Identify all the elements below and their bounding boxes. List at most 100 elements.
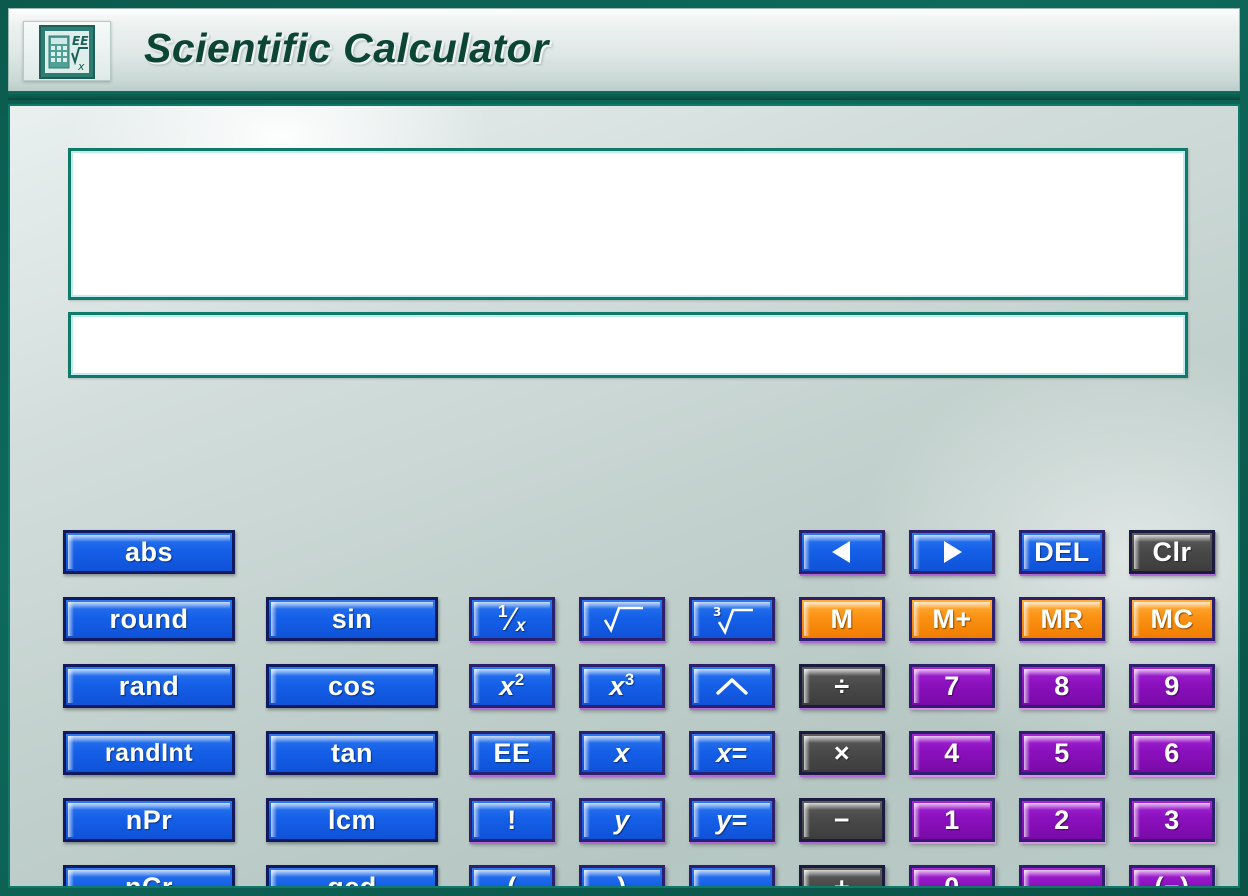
key-digit-2[interactable]: 2 [1019,798,1105,842]
key-label: − [833,804,851,835]
key-label: 3 [708,603,756,635]
key-cursor-right[interactable] [909,530,995,574]
key-factorial[interactable]: ! [469,798,555,842]
key-abs[interactable]: abs [63,530,235,574]
key-label: x [614,737,630,768]
key-label [600,604,644,634]
key-label: y [614,804,630,835]
key-delete[interactable]: DEL [1019,530,1105,574]
key-label: lcm [327,804,377,835]
key-label [827,538,857,566]
key-label: 0 [944,871,960,888]
key-x-squared[interactable]: x2 [469,664,555,708]
key-ncr[interactable]: nCr [63,865,235,888]
key-gcd[interactable]: gcd [266,865,438,888]
key-cos[interactable]: cos [266,664,438,708]
key-label: 8 [1054,670,1070,701]
key-clear[interactable]: Clr [1129,530,1215,574]
key-npr[interactable]: nPr [63,798,235,842]
key-multiply[interactable]: × [799,731,885,775]
svg-text:EE: EE [72,34,89,48]
key-lcm[interactable]: lcm [266,798,438,842]
key-label [712,675,752,697]
key-label: 2 [1054,804,1070,835]
key-label: x3 [609,669,635,701]
key-label: ) [617,871,627,888]
key-label: . [1057,871,1066,888]
key-label: + [833,871,851,888]
key-assign-y[interactable]: y= [689,798,775,842]
key-digit-8[interactable]: 8 [1019,664,1105,708]
key-label: ! [507,804,517,835]
key-square-root[interactable] [579,597,665,641]
key-label: 9 [1164,670,1180,701]
key-label: randInt [104,738,194,767]
key-label: M+ [932,603,972,634]
app-title: Scientific Calculator [144,25,549,71]
key-label: DEL [1034,536,1090,567]
key-randint[interactable]: randInt [63,731,235,775]
key-exponent-ee[interactable]: EE [469,731,555,775]
key-label: 3 [1164,804,1180,835]
key-label: 4 [944,737,960,768]
key-paren-close[interactable]: ) [579,865,665,888]
key-digit-1[interactable]: 1 [909,798,995,842]
key-cursor-left[interactable] [799,530,885,574]
key-label: 6 [1164,737,1180,768]
key-digit-3[interactable]: 3 [1129,798,1215,842]
key-rand[interactable]: rand [63,664,235,708]
key-label: M [830,603,854,634]
key-digit-0[interactable]: 0 [909,865,995,888]
key-label: rand [118,670,180,701]
key-assign-x[interactable]: x= [689,731,775,775]
key-memory-store[interactable]: M [799,597,885,641]
key-add[interactable]: + [799,865,885,888]
svg-text:3: 3 [713,605,722,619]
key-label: x2 [499,669,525,701]
key-label: Clr [1152,536,1192,567]
key-tan[interactable]: tan [266,731,438,775]
key-label: gcd [327,871,377,888]
key-label: x= [716,737,748,768]
key-subtract[interactable]: − [799,798,885,842]
key-label: cos [327,670,377,701]
calculator-window: EE x Scientific Calculator abs DEL Clr roun… [0,0,1248,896]
key-label: y= [716,804,748,835]
key-label: ÷ [834,670,850,701]
key-memory-recall[interactable]: MR [1019,597,1105,641]
key-label [937,538,967,566]
key-paren-open[interactable]: ( [469,865,555,886]
key-label: sin [331,603,373,634]
key-memory-clear[interactable]: MC [1129,597,1215,641]
key-digit-6[interactable]: 6 [1129,731,1215,775]
key-label: MC [1150,603,1194,634]
key-power[interactable] [689,664,775,708]
calculator-ee-sqrt-icon: EE x [23,21,111,81]
key-label: 1 [944,804,960,835]
key-label: 5 [1054,737,1070,768]
key-comma[interactable]: , [689,865,775,888]
key-negate[interactable]: (−) [1129,865,1215,888]
key-label: , [727,871,736,888]
key-reciprocal[interactable]: 1 ⁄ x [469,597,555,641]
key-label: nCr [125,871,173,888]
key-variable-x[interactable]: x [579,731,665,775]
key-label: (−) [1154,871,1190,888]
key-memory-add[interactable]: M+ [909,597,995,641]
key-cube-root[interactable]: 3 [689,597,775,641]
key-sin[interactable]: sin [266,597,438,641]
key-digit-9[interactable]: 9 [1129,664,1215,708]
key-label: MR [1040,603,1084,634]
key-x-cubed[interactable]: x3 [579,664,665,708]
title-bar: EE x Scientific Calculator [8,8,1240,100]
key-digit-4[interactable]: 4 [909,731,995,775]
calculator-body: abs DEL Clr round sin 1 ⁄ x 3 M M+ MR MC rand cos x2 x3 ÷… [8,104,1240,888]
key-variable-y[interactable]: y [579,798,665,842]
key-decimal-point[interactable]: . [1019,865,1105,888]
key-divide[interactable]: ÷ [799,664,885,708]
key-digit-7[interactable]: 7 [909,664,995,708]
key-digit-5[interactable]: 5 [1019,731,1105,775]
key-label: 7 [944,670,960,701]
key-label: EE [493,737,531,768]
key-round[interactable]: round [63,597,235,641]
